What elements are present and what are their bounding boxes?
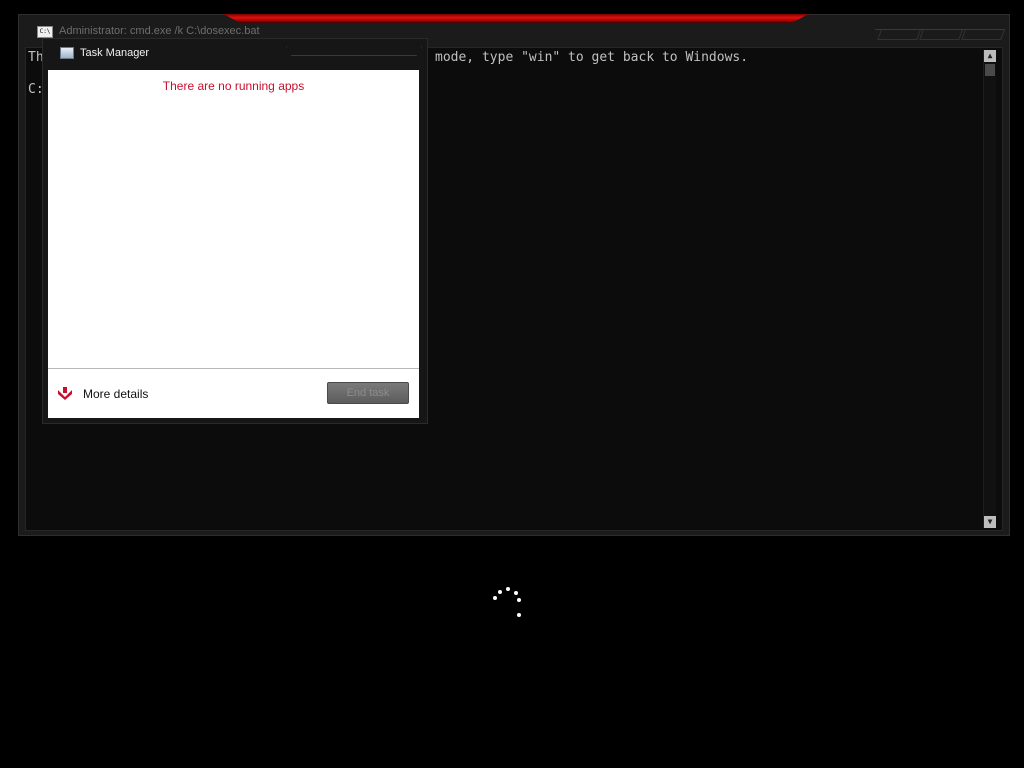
loading-spinner-icon [490, 584, 526, 620]
task-manager-icon [60, 47, 74, 59]
task-manager-body: There are no running apps More details E… [48, 70, 419, 418]
more-details-label: More details [83, 387, 149, 401]
task-manager-title: Task Manager [80, 47, 150, 59]
window-controls [875, 29, 1005, 42]
console-icon: C:\ [37, 26, 53, 38]
scroll-up-icon[interactable]: ▲ [984, 50, 996, 62]
footer-divider [48, 368, 419, 369]
maximize-button[interactable] [919, 30, 963, 40]
task-manager-title-accent [286, 46, 422, 56]
console-title: Administrator: cmd.exe /k C:\dosexec.bat [59, 25, 260, 37]
end-task-button[interactable]: End task [327, 382, 409, 404]
close-button[interactable] [961, 30, 1005, 40]
chevron-down-icon [58, 387, 72, 400]
scroll-down-icon[interactable]: ▼ [984, 516, 996, 528]
scrollbar-thumb[interactable] [985, 64, 995, 76]
window-glow-accent [223, 14, 809, 23]
console-line-1-end: mode, type "win" to get back to Windows. [435, 50, 749, 65]
minimize-button[interactable] [877, 30, 921, 40]
empty-apps-message: There are no running apps [162, 79, 305, 93]
console-scrollbar[interactable]: ▲ ▼ [983, 50, 996, 528]
